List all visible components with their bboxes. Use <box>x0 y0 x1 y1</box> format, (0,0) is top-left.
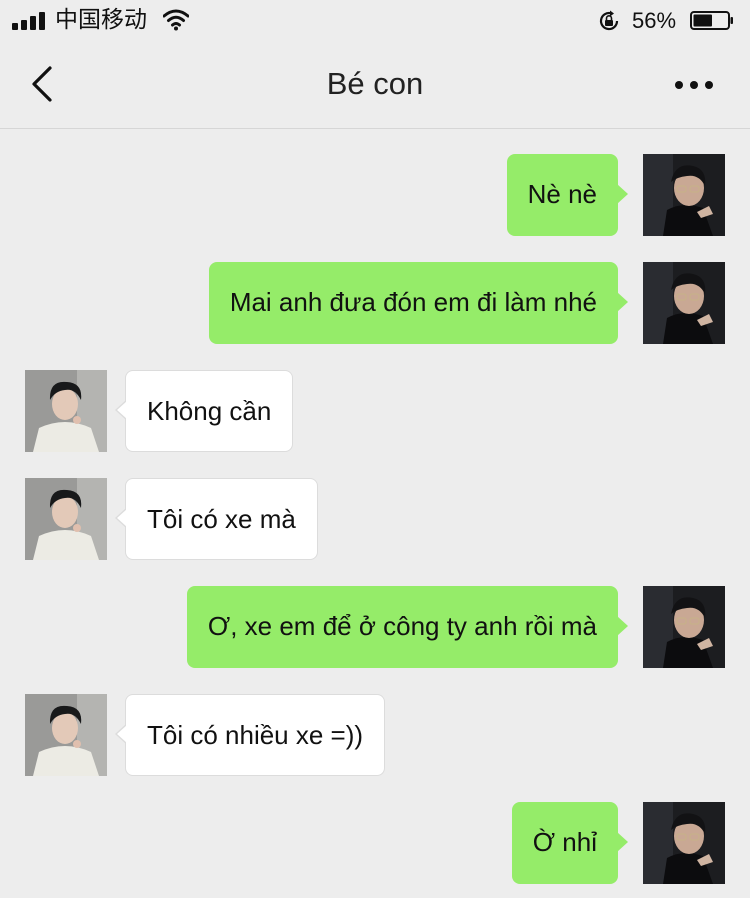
carrier-name: 中国移动 <box>55 7 147 33</box>
message-bubble-outgoing[interactable]: Ơ, xe em để ở công ty anh rồi mà <box>186 586 629 668</box>
message-row-incoming: Tôi có nhiều xe =)) <box>0 694 750 776</box>
status-bar: 中国移动 56% <box>0 0 750 40</box>
message-bubble-outgoing[interactable]: Nè nè <box>506 154 629 236</box>
more-dots-icon <box>675 81 713 89</box>
signal-icon <box>12 12 46 30</box>
chat-header: Bé con <box>0 40 750 129</box>
message-row-outgoing: Ơ, xe em để ở công ty anh rồi mà <box>0 586 750 668</box>
message-row-outgoing: Nè nè <box>0 154 750 236</box>
message-bubble-incoming[interactable]: Tôi có nhiều xe =)) <box>114 694 386 776</box>
message-row-incoming: Không cần <box>0 370 750 452</box>
avatar-contact[interactable] <box>25 478 107 560</box>
avatar-sender[interactable] <box>643 154 725 236</box>
message-bubble-incoming[interactable]: Tôi có xe mà <box>115 478 318 560</box>
message-row-outgoing: Mai anh đưa đón em đi làm nhé <box>0 262 750 344</box>
message-row-outgoing: Ờ nhỉ <box>0 802 750 884</box>
message-bubble-outgoing[interactable]: Ờ nhỉ <box>511 802 629 884</box>
rotation-lock-icon <box>599 10 619 31</box>
battery-icon <box>690 11 733 30</box>
avatar-contact[interactable] <box>25 694 107 776</box>
message-bubble-incoming[interactable]: Không cần <box>114 370 294 452</box>
message-row-incoming: Tôi có xe mà <box>0 478 750 560</box>
avatar-contact[interactable] <box>25 370 107 452</box>
battery-percent: 56% <box>632 8 677 33</box>
more-button[interactable] <box>668 70 720 100</box>
avatar-sender[interactable] <box>643 586 725 668</box>
message-bubble-outgoing[interactable]: Mai anh đưa đón em đi làm nhé <box>208 262 629 344</box>
avatar-sender[interactable] <box>643 802 725 884</box>
chat-title: Bé con <box>326 66 424 101</box>
avatar-sender[interactable] <box>643 262 725 344</box>
wifi-icon <box>163 9 189 31</box>
